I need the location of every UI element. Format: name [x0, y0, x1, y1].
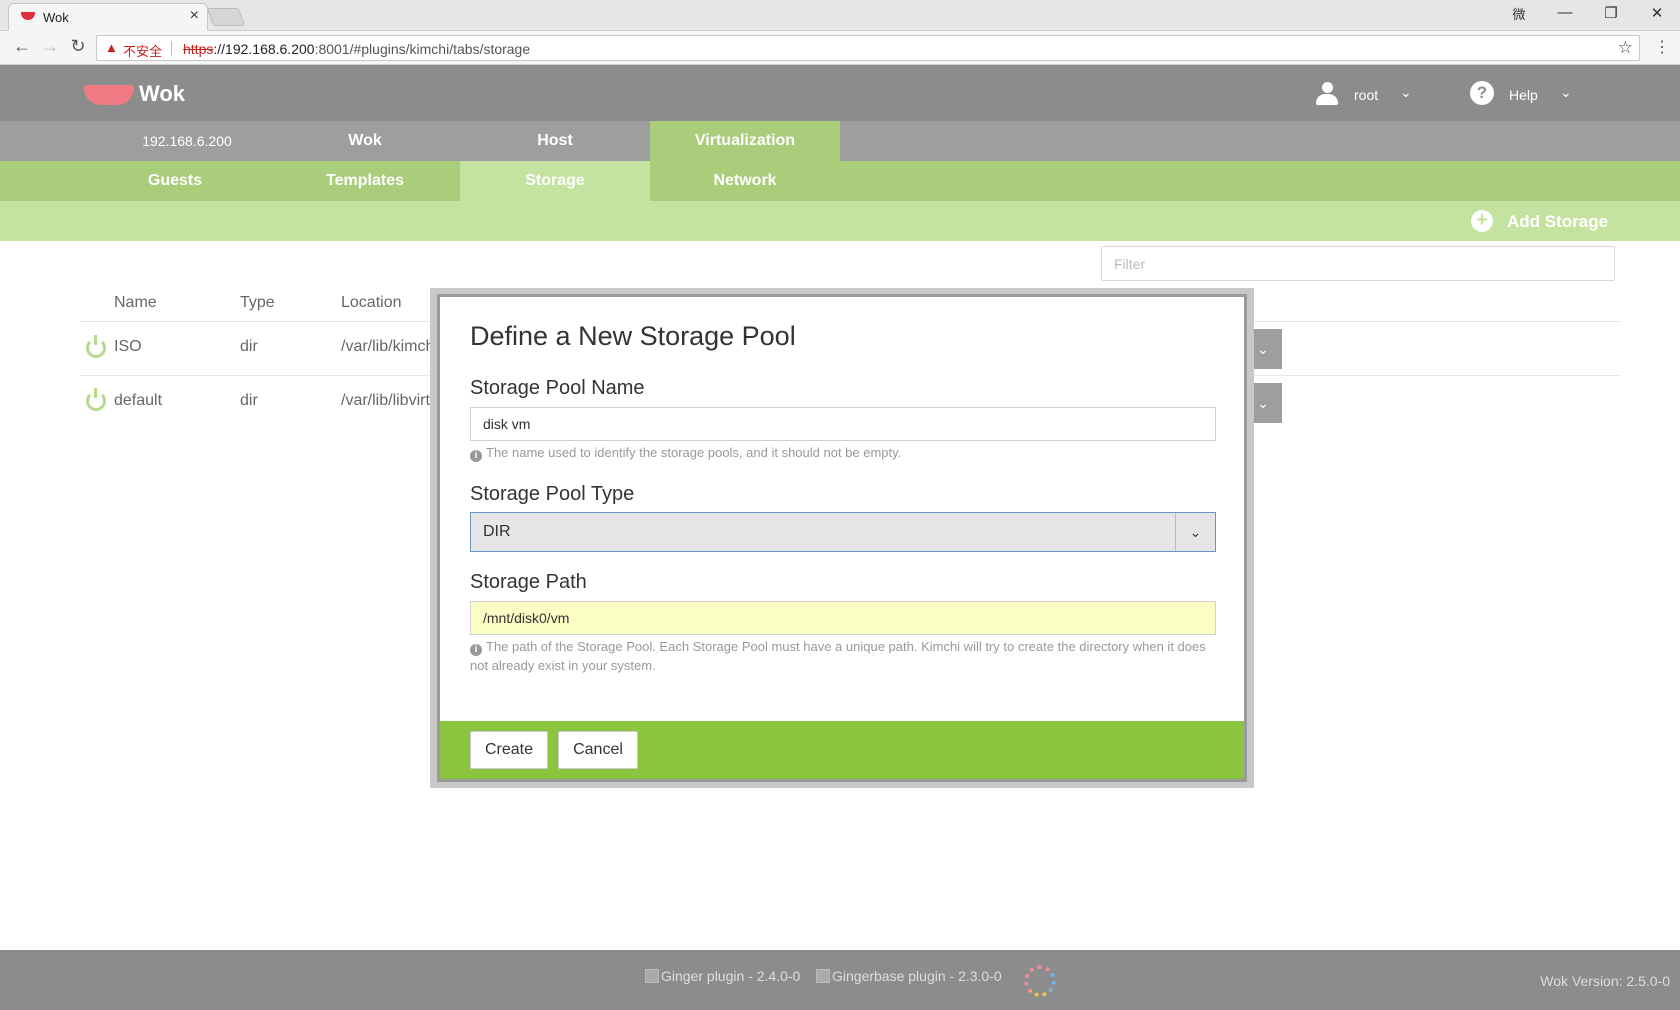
minimize-button[interactable]: —	[1542, 4, 1588, 21]
topnav-wok[interactable]: Wok	[270, 121, 460, 161]
info-icon: i	[470, 450, 482, 462]
kimchi-logo-icon[interactable]	[1024, 965, 1056, 997]
page-footer: Ginger plugin - 2.4.0-0 Gingerbase plugi…	[0, 950, 1680, 1010]
storage-path-help: i The path of the Storage Pool. Each Stor…	[470, 637, 1216, 675]
topnav-virtualization[interactable]: Virtualization	[650, 121, 840, 161]
help-label[interactable]: Help	[1509, 87, 1538, 103]
tab-templates[interactable]: Templates	[270, 161, 460, 201]
column-header-type[interactable]: Type	[240, 294, 275, 312]
power-icon	[86, 335, 106, 358]
tab-network[interactable]: Network	[650, 161, 840, 201]
cancel-button[interactable]: Cancel	[558, 731, 638, 769]
back-button[interactable]: ←	[10, 36, 34, 57]
pool-name-label: Storage Pool Name	[470, 377, 645, 399]
gingerbase-plugin-alt: Gingerbase plugin - 2.3.0-0	[832, 968, 1002, 984]
pool-location: /var/lib/kimch	[341, 338, 435, 355]
pool-type-select[interactable]: DIR ⌄	[470, 512, 1216, 552]
wok-logo-icon	[84, 85, 134, 105]
address-divider	[171, 41, 172, 56]
browser-toolbar: ← → ↻ ▲ 不安全 https://192.168.6.200:8001/#…	[0, 31, 1680, 65]
pool-name-help: i The name used to identify the storage p…	[470, 443, 1216, 462]
tab-guests[interactable]: Guests	[80, 161, 270, 201]
close-window-button[interactable]: ✕	[1634, 4, 1680, 22]
action-bar: + Add Storage	[0, 201, 1680, 241]
security-label[interactable]: 不安全	[123, 41, 162, 60]
pool-name: ISO	[114, 338, 142, 355]
user-icon[interactable]	[1316, 82, 1338, 106]
forward-button[interactable]: →	[38, 36, 62, 57]
topnav-host[interactable]: Host	[460, 121, 650, 161]
app-header: Wok root ⌄ ? Help ⌄	[0, 65, 1680, 121]
pool-name-help-text: The name used to identify the storage po…	[486, 445, 902, 460]
pool-type-value: DIR	[483, 523, 511, 540]
broken-image-icon	[645, 969, 659, 983]
browser-menu-icon[interactable]: ⋮	[1654, 37, 1670, 57]
pool-name: default	[114, 392, 163, 409]
help-icon[interactable]: ?	[1470, 81, 1494, 105]
storage-path-input[interactable]	[470, 601, 1216, 635]
ginger-plugin-alt: Ginger plugin - 2.4.0-0	[661, 968, 801, 984]
bookmark-star-icon[interactable]: ☆	[1618, 38, 1633, 58]
create-button[interactable]: Create	[470, 731, 548, 769]
pool-location: /var/lib/libvirt/	[341, 392, 435, 409]
filter-input[interactable]	[1101, 246, 1615, 281]
reload-button[interactable]: ↻	[66, 36, 90, 57]
pool-type: dir	[240, 338, 258, 355]
wok-version: Wok Version: 2.5.0-0	[1540, 973, 1670, 989]
user-chevron-down-icon[interactable]: ⌄	[1400, 84, 1412, 101]
browser-tab[interactable]: Wok ×	[8, 3, 208, 31]
address-bar[interactable]: ▲ 不安全 https://192.168.6.200:8001/#plugin…	[96, 35, 1640, 61]
pool-type-label: Storage Pool Type	[470, 483, 635, 505]
storage-path-label: Storage Path	[470, 571, 587, 593]
broken-image-icon	[816, 969, 830, 983]
wok-favicon-icon	[21, 12, 35, 20]
browser-tabstrip: Wok × 微 — ❐ ✕	[0, 0, 1680, 31]
ginger-plugin-logo[interactable]: Ginger plugin - 2.4.0-0	[645, 968, 800, 984]
url-scheme: https	[183, 41, 214, 57]
new-tab-button[interactable]	[206, 8, 246, 26]
restore-button[interactable]: ❐	[1588, 4, 1634, 22]
pool-name-input[interactable]	[470, 407, 1216, 441]
tab-title: Wok	[43, 10, 69, 25]
top-nav: 192.168.6.200 Wok Host Virtualization	[0, 121, 1680, 161]
tab-close-icon[interactable]: ×	[190, 7, 199, 25]
user-icon-body	[1316, 94, 1338, 105]
add-storage-button[interactable]: Add Storage	[1507, 212, 1608, 232]
url-text[interactable]: https://192.168.6.200:8001/#plugins/kimc…	[183, 41, 530, 57]
storage-path-help-text: The path of the Storage Pool. Each Stora…	[470, 639, 1206, 673]
select-chevron-down-icon[interactable]: ⌄	[1175, 513, 1215, 551]
warning-icon: ▲	[105, 40, 118, 55]
help-chevron-down-icon[interactable]: ⌄	[1560, 84, 1572, 101]
url-path: :8001/#plugins/kimchi/tabs/storage	[314, 41, 531, 57]
user-name[interactable]: root	[1354, 87, 1378, 103]
add-circle-icon[interactable]: +	[1471, 210, 1493, 232]
topnav-host-ip[interactable]: 192.168.6.200	[92, 121, 282, 161]
logo-text[interactable]: Wok	[139, 81, 185, 107]
url-host: ://192.168.6.200	[213, 41, 315, 57]
pool-type: dir	[240, 392, 258, 409]
ime-indicator: 微	[1512, 7, 1526, 22]
column-header-name[interactable]: Name	[114, 294, 157, 312]
power-icon	[86, 388, 106, 411]
user-icon-head	[1322, 82, 1333, 93]
gingerbase-plugin-logo[interactable]: Gingerbase plugin - 2.3.0-0	[816, 968, 1002, 984]
dialog-footer: Create Cancel	[440, 721, 1244, 779]
info-icon: i	[470, 644, 482, 656]
dialog-title: Define a New Storage Pool	[470, 321, 796, 351]
tab-storage[interactable]: Storage	[460, 161, 650, 201]
column-header-location[interactable]: Location	[341, 294, 402, 312]
new-storage-pool-dialog: Define a New Storage Pool Storage Pool N…	[437, 294, 1247, 782]
sub-nav: Guests Templates Storage Network	[0, 161, 1680, 201]
